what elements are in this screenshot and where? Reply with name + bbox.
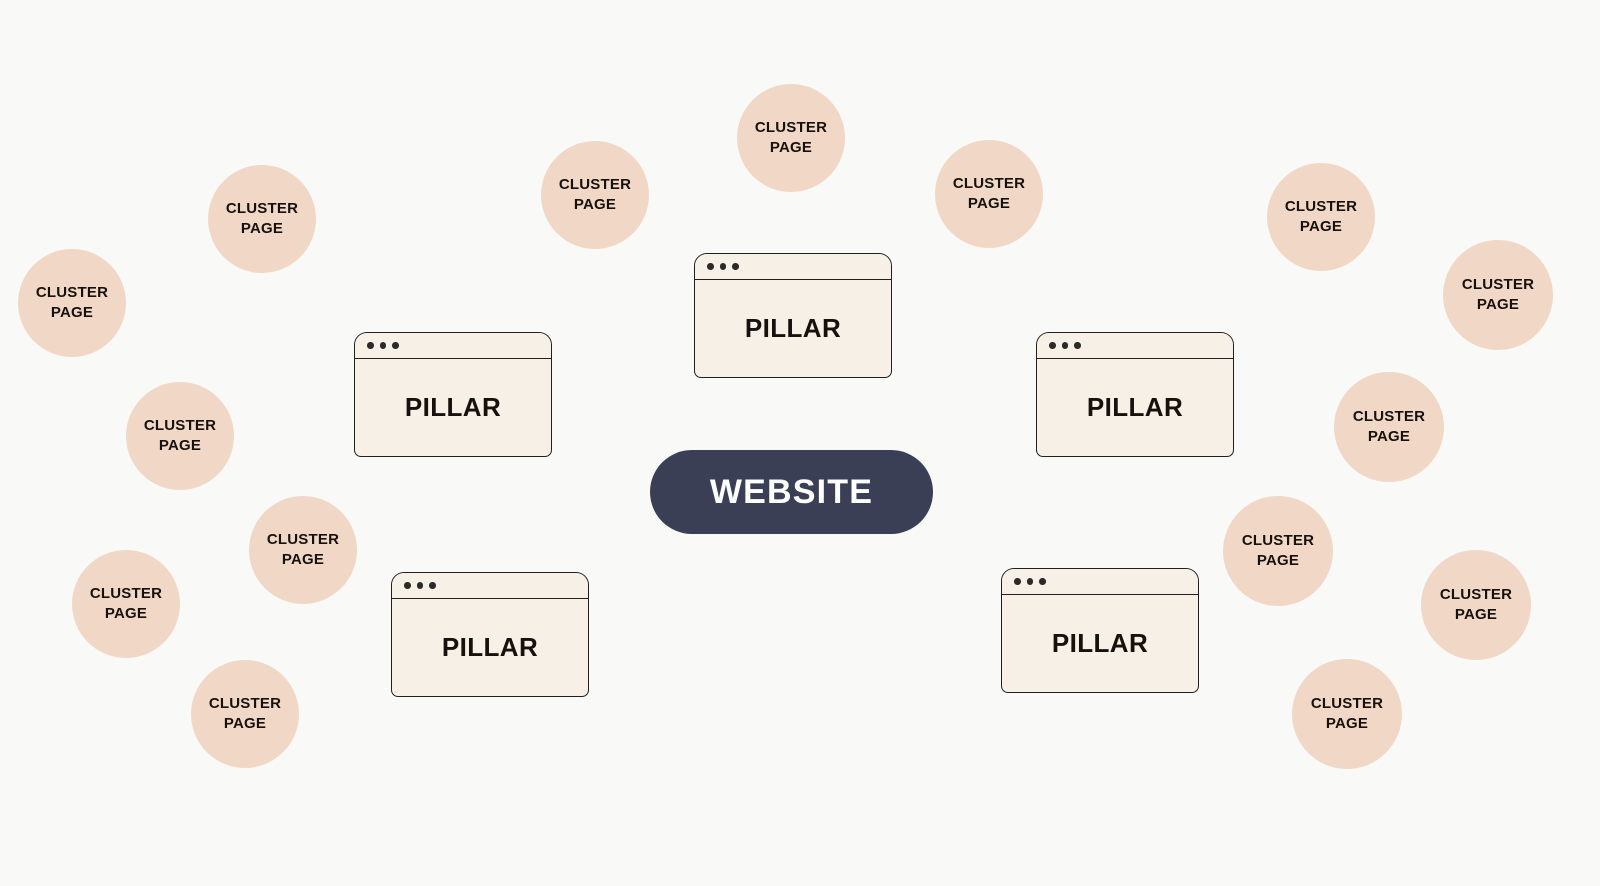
- browser-dot-minimize-icon: [1026, 578, 1033, 585]
- browser-dot-close-icon: [367, 342, 374, 349]
- browser-title-bar: [695, 254, 891, 280]
- pillar-page-card[interactable]: PILLAR: [354, 332, 552, 457]
- cluster-page-label-line2: PAGE: [1256, 552, 1300, 569]
- browser-dot-minimize-icon: [1061, 342, 1068, 349]
- cluster-page-node[interactable]: CLUSTER PAGE: [18, 249, 126, 357]
- cluster-page-node[interactable]: CLUSTER PAGE: [1421, 550, 1531, 660]
- browser-dot-close-icon: [1049, 342, 1056, 349]
- browser-dot-maximize-icon: [392, 342, 399, 349]
- cluster-page-label-line1: CLUSTER: [35, 284, 109, 302]
- browser-viewport: PILLAR: [355, 359, 551, 456]
- browser-dot-maximize-icon: [429, 582, 436, 589]
- browser-dot-close-icon: [1014, 578, 1021, 585]
- pillar-page-card[interactable]: PILLAR: [391, 572, 589, 697]
- browser-title-bar: [392, 573, 588, 599]
- browser-title-bar: [355, 333, 551, 359]
- cluster-page-label-line2: PAGE: [1476, 296, 1520, 313]
- cluster-page-label-line2: PAGE: [1325, 715, 1369, 732]
- pillar-page-card[interactable]: PILLAR: [1036, 332, 1234, 457]
- browser-dot-minimize-icon: [719, 263, 726, 270]
- cluster-page-label-line1: CLUSTER: [1284, 198, 1358, 216]
- cluster-page-node[interactable]: CLUSTER PAGE: [72, 550, 180, 658]
- cluster-page-label-line2: PAGE: [240, 220, 284, 237]
- cluster-page-label-line2: PAGE: [573, 196, 617, 213]
- cluster-page-label-line1: CLUSTER: [1241, 532, 1315, 550]
- browser-dot-maximize-icon: [732, 263, 739, 270]
- browser-dot-close-icon: [404, 582, 411, 589]
- pillar-page-label: PILLAR: [404, 392, 502, 422]
- pillar-page-label: PILLAR: [441, 632, 539, 662]
- cluster-page-node[interactable]: CLUSTER PAGE: [935, 140, 1043, 248]
- pillar-page-label: PILLAR: [1086, 392, 1184, 422]
- cluster-page-label-line1: CLUSTER: [266, 531, 340, 549]
- cluster-page-label-line1: CLUSTER: [1439, 586, 1513, 604]
- browser-dot-close-icon: [707, 263, 714, 270]
- website-node[interactable]: WEBSITE: [650, 450, 933, 534]
- cluster-page-node[interactable]: CLUSTER PAGE: [1223, 496, 1333, 606]
- cluster-page-label-line1: CLUSTER: [1461, 276, 1535, 294]
- browser-viewport: PILLAR: [1002, 595, 1198, 692]
- cluster-page-label-line1: CLUSTER: [558, 176, 632, 194]
- cluster-page-node[interactable]: CLUSTER PAGE: [208, 165, 316, 273]
- cluster-page-label-line2: PAGE: [1299, 218, 1343, 235]
- cluster-page-label-line1: CLUSTER: [952, 175, 1026, 193]
- browser-viewport: PILLAR: [392, 599, 588, 696]
- pillar-page-label: PILLAR: [1051, 628, 1149, 658]
- browser-dot-maximize-icon: [1074, 342, 1081, 349]
- browser-dot-maximize-icon: [1039, 578, 1046, 585]
- cluster-page-label-line2: PAGE: [104, 605, 148, 622]
- cluster-page-label-line1: CLUSTER: [1352, 408, 1426, 426]
- browser-dot-minimize-icon: [379, 342, 386, 349]
- cluster-page-node[interactable]: CLUSTER PAGE: [1334, 372, 1444, 482]
- browser-title-bar: [1002, 569, 1198, 595]
- cluster-page-node[interactable]: CLUSTER PAGE: [737, 84, 845, 192]
- cluster-page-label-line2: PAGE: [769, 139, 813, 156]
- website-node-label: WEBSITE: [709, 472, 874, 511]
- browser-dot-minimize-icon: [416, 582, 423, 589]
- cluster-page-node[interactable]: CLUSTER PAGE: [1443, 240, 1553, 350]
- browser-viewport: PILLAR: [1037, 359, 1233, 456]
- cluster-page-label-line2: PAGE: [50, 304, 94, 321]
- cluster-page-label-line1: CLUSTER: [225, 200, 299, 218]
- cluster-page-node[interactable]: CLUSTER PAGE: [126, 382, 234, 490]
- cluster-page-label-line1: CLUSTER: [89, 585, 163, 603]
- cluster-page-label-line2: PAGE: [281, 551, 325, 568]
- cluster-page-label-line1: CLUSTER: [1310, 695, 1384, 713]
- cluster-page-label-line1: CLUSTER: [208, 695, 282, 713]
- browser-viewport: PILLAR: [695, 280, 891, 377]
- cluster-page-node[interactable]: CLUSTER PAGE: [1292, 659, 1402, 769]
- pillar-page-label: PILLAR: [744, 313, 842, 343]
- topic-cluster-diagram: CLUSTER PAGE CLUSTER PAGE CLUSTER PAGE CLUSTER…: [0, 0, 1600, 886]
- pillar-page-card[interactable]: PILLAR: [694, 253, 892, 378]
- cluster-page-label-line2: PAGE: [967, 195, 1011, 212]
- cluster-page-label-line2: PAGE: [223, 715, 267, 732]
- cluster-page-label-line2: PAGE: [158, 437, 202, 454]
- cluster-page-label-line1: CLUSTER: [143, 417, 217, 435]
- cluster-page-label-line1: CLUSTER: [754, 119, 828, 137]
- cluster-page-node[interactable]: CLUSTER PAGE: [541, 141, 649, 249]
- cluster-page-node[interactable]: CLUSTER PAGE: [1267, 163, 1375, 271]
- browser-title-bar: [1037, 333, 1233, 359]
- pillar-page-card[interactable]: PILLAR: [1001, 568, 1199, 693]
- cluster-page-label-line2: PAGE: [1367, 428, 1411, 445]
- cluster-page-node[interactable]: CLUSTER PAGE: [249, 496, 357, 604]
- cluster-page-label-line2: PAGE: [1454, 606, 1498, 623]
- cluster-page-node[interactable]: CLUSTER PAGE: [191, 660, 299, 768]
